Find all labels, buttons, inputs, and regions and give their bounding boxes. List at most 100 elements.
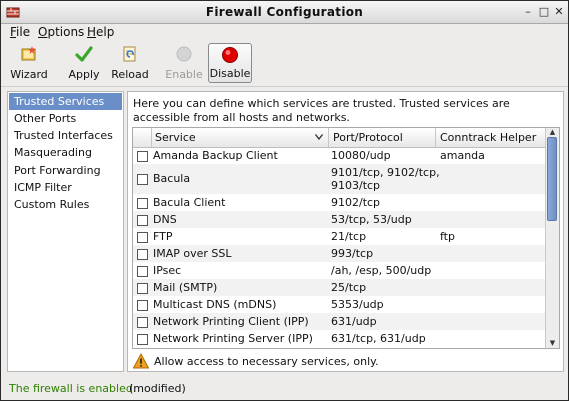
window-title: Firewall Configuration bbox=[205, 5, 364, 19]
disable-label: Disable bbox=[209, 67, 251, 80]
services-table: Service Port/Protocol Conntrack Helper A… bbox=[132, 127, 560, 349]
service-port: 631/tcp, 631/udp bbox=[331, 332, 426, 345]
service-name: DNS bbox=[153, 213, 177, 226]
enable-circle-icon bbox=[176, 46, 192, 62]
service-checkbox[interactable] bbox=[137, 174, 148, 185]
trusted-services-panel: Here you can define which services are t… bbox=[127, 91, 564, 372]
reload-label: Reload bbox=[111, 68, 149, 81]
table-row[interactable]: DNS 53/tcp, 53/udp bbox=[133, 211, 547, 228]
wizard-button[interactable]: Wizard bbox=[7, 43, 51, 83]
sort-chevron-down-icon[interactable] bbox=[315, 134, 323, 140]
sidebar-item-trusted-services[interactable]: Trusted Services bbox=[9, 93, 122, 110]
service-port: 25/tcp bbox=[331, 281, 367, 294]
sidebar-item-port-forwarding[interactable]: Port Forwarding bbox=[9, 162, 122, 179]
service-checkbox[interactable] bbox=[137, 151, 148, 162]
service-checkbox[interactable] bbox=[137, 198, 148, 209]
warning-icon bbox=[133, 353, 149, 369]
service-name: Multicast DNS (mDNS) bbox=[153, 298, 277, 311]
menu-help-mnemonic: H bbox=[87, 25, 97, 39]
table-row[interactable]: FTP 21/tcp ftp bbox=[133, 228, 547, 245]
service-helper: amanda bbox=[440, 149, 485, 162]
service-checkbox[interactable] bbox=[137, 334, 148, 345]
column-header-helper[interactable]: Conntrack Helper bbox=[440, 131, 536, 144]
wizard-label: Wizard bbox=[10, 68, 48, 81]
sidebar-item-masquerading[interactable]: Masquerading bbox=[9, 144, 122, 161]
menu-bar: File Options Help bbox=[1, 24, 568, 41]
column-header-port[interactable]: Port/Protocol bbox=[333, 131, 403, 144]
enable-label: Enable bbox=[165, 68, 203, 81]
table-row[interactable]: Multicast DNS (mDNS) 5353/udp bbox=[133, 296, 547, 313]
scrollbar-thumb[interactable] bbox=[547, 137, 557, 221]
disable-button[interactable]: Disable bbox=[208, 43, 252, 83]
menu-help[interactable]: Help bbox=[87, 25, 114, 39]
service-name: IPsec bbox=[153, 264, 182, 277]
table-row[interactable]: Network Printing Server (IPP) 631/tcp, 6… bbox=[133, 330, 547, 347]
menu-file-label: ile bbox=[16, 25, 31, 39]
table-row[interactable]: Bacula 9101/tcp, 9102/tcp, 9103/tcp bbox=[133, 164, 547, 194]
sidebar-item-icmp-filter[interactable]: ICMP Filter bbox=[9, 179, 122, 196]
firewall-window: Firewall Configuration – □ ✕ File Option… bbox=[0, 0, 569, 401]
service-checkbox[interactable] bbox=[137, 232, 148, 243]
service-checkbox[interactable] bbox=[137, 300, 148, 311]
service-port: 9102/tcp bbox=[331, 196, 381, 209]
column-separator bbox=[435, 128, 436, 147]
service-helper: ftp bbox=[440, 230, 455, 243]
wizard-icon bbox=[21, 46, 36, 61]
service-port: 5353/udp bbox=[331, 298, 384, 311]
service-name: Bacula Client bbox=[153, 196, 226, 209]
toolbar: Wizard Apply Reload Enable Disable bbox=[1, 41, 568, 87]
service-name: Network Printing Client (IPP) bbox=[153, 315, 309, 328]
reload-button[interactable]: Reload bbox=[109, 43, 151, 83]
table-row[interactable]: IMAP over SSL 993/tcp bbox=[133, 245, 547, 262]
service-port: 21/tcp bbox=[331, 230, 367, 243]
column-separator bbox=[151, 128, 152, 147]
title-bar: Firewall Configuration – □ ✕ bbox=[1, 1, 568, 24]
apply-button[interactable]: Apply bbox=[64, 43, 104, 83]
service-port: /ah, /esp, 500/udp bbox=[331, 264, 432, 277]
disable-circle-icon bbox=[222, 47, 238, 63]
sidebar-item-custom-rules[interactable]: Custom Rules bbox=[9, 196, 122, 213]
menu-options[interactable]: Options bbox=[38, 25, 84, 39]
apply-label: Apply bbox=[68, 68, 100, 81]
menu-file[interactable]: File bbox=[10, 25, 30, 39]
service-checkbox[interactable] bbox=[137, 317, 148, 328]
hint-text: Allow access to necessary services, only… bbox=[154, 355, 379, 368]
table-row[interactable]: Amanda Backup Client 10080/udp amanda bbox=[133, 147, 547, 164]
status-bar: The firewall is enabled. (modified) bbox=[1, 379, 568, 400]
close-button[interactable]: ✕ bbox=[552, 5, 566, 19]
table-row[interactable]: Bacula Client 9102/tcp bbox=[133, 194, 547, 211]
scroll-up-arrow-icon[interactable]: ▲ bbox=[546, 128, 559, 137]
enable-button[interactable]: Enable bbox=[164, 43, 204, 83]
service-name: Amanda Backup Client bbox=[153, 149, 278, 162]
service-checkbox[interactable] bbox=[137, 283, 148, 294]
maximize-button[interactable]: □ bbox=[537, 5, 551, 19]
vertical-scrollbar[interactable]: ▲ ▼ bbox=[545, 128, 559, 348]
service-name: Network Printing Server (IPP) bbox=[153, 332, 313, 345]
menu-options-label: ptions bbox=[47, 25, 85, 39]
minimize-button[interactable]: – bbox=[521, 5, 535, 19]
modified-status: (modified) bbox=[129, 382, 186, 395]
service-checkbox[interactable] bbox=[137, 215, 148, 226]
sidebar-item-trusted-interfaces[interactable]: Trusted Interfaces bbox=[9, 127, 122, 144]
service-name: IMAP over SSL bbox=[153, 247, 232, 260]
sidebar: Trusted Services Other Ports Trusted Int… bbox=[7, 91, 124, 372]
service-name: Mail (SMTP) bbox=[153, 281, 218, 294]
service-name: Bacula bbox=[153, 172, 191, 185]
service-checkbox[interactable] bbox=[137, 249, 148, 260]
menu-help-label: elp bbox=[96, 25, 115, 39]
column-header-service[interactable]: Service bbox=[155, 131, 196, 144]
column-separator bbox=[328, 128, 329, 147]
table-header: Service Port/Protocol Conntrack Helper bbox=[133, 128, 547, 148]
sidebar-item-other-ports[interactable]: Other Ports bbox=[9, 110, 122, 127]
firewall-status: The firewall is enabled. bbox=[9, 382, 137, 395]
table-row[interactable]: Mail (SMTP) 25/tcp bbox=[133, 279, 547, 296]
panel-description: Here you can define which services are t… bbox=[133, 97, 510, 124]
service-port-line2: 9103/tcp bbox=[331, 179, 381, 192]
service-checkbox[interactable] bbox=[137, 266, 148, 277]
service-port: 53/tcp, 53/udp bbox=[331, 213, 412, 226]
scroll-down-arrow-icon[interactable]: ▼ bbox=[546, 339, 559, 348]
check-icon bbox=[75, 46, 93, 62]
table-row[interactable]: Network Printing Client (IPP) 631/udp bbox=[133, 313, 547, 330]
table-row[interactable]: IPsec /ah, /esp, 500/udp bbox=[133, 262, 547, 279]
reload-icon bbox=[123, 46, 136, 62]
